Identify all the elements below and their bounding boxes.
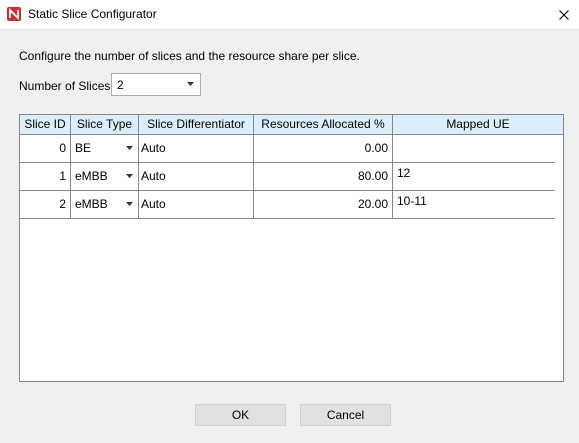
description-text: Configure the number of slices and the r…: [19, 49, 360, 63]
slices-table[interactable]: Slice ID Slice Type Slice Differentiator…: [19, 114, 564, 382]
table-row[interactable]: 2 eMBB Auto 20.00 10-11: [20, 191, 555, 219]
slice-type-dropdown[interactable]: BE: [71, 135, 139, 162]
table-header: Slice ID Slice Type Slice Differentiator…: [20, 115, 563, 135]
slice-type-dropdown[interactable]: eMBB: [71, 191, 139, 218]
window-title: Static Slice Configurator: [28, 7, 157, 21]
column-header-slice-id[interactable]: Slice ID: [20, 115, 71, 134]
number-of-slices-dropdown[interactable]: 2: [111, 73, 201, 96]
slice-differentiator-cell[interactable]: Auto: [139, 135, 254, 162]
column-header-mapped-ue[interactable]: Mapped UE: [393, 115, 563, 134]
mapped-ue-cell[interactable]: 10-11: [393, 191, 555, 218]
slice-differentiator-cell[interactable]: Auto: [139, 191, 254, 218]
mapped-ue-cell[interactable]: 12: [393, 163, 555, 190]
number-of-slices-label: Number of Slices: [19, 79, 111, 93]
column-header-resources-allocated[interactable]: Resources Allocated %: [254, 115, 393, 134]
slice-id-cell: 0: [20, 135, 71, 162]
slice-type-value: eMBB: [75, 169, 108, 183]
slice-type-dropdown[interactable]: eMBB: [71, 163, 139, 190]
column-header-slice-type[interactable]: Slice Type: [71, 115, 139, 134]
slice-type-value: eMBB: [75, 197, 108, 211]
slice-differentiator-cell[interactable]: Auto: [139, 163, 254, 190]
chevron-down-icon: [126, 174, 133, 178]
app-logo-icon: [7, 7, 21, 21]
title-bar: Static Slice Configurator: [0, 0, 579, 30]
chevron-down-icon: [126, 146, 133, 150]
resources-allocated-cell[interactable]: 80.00: [254, 163, 393, 190]
resources-allocated-cell[interactable]: 20.00: [254, 191, 393, 218]
table-row[interactable]: 0 BE Auto 0.00: [20, 135, 555, 163]
number-of-slices-value: 2: [117, 78, 124, 92]
slice-id-cell: 1: [20, 163, 71, 190]
close-button[interactable]: [549, 0, 579, 30]
chevron-down-icon: [126, 202, 133, 206]
cancel-button[interactable]: Cancel: [300, 404, 391, 426]
chevron-down-icon: [187, 82, 194, 86]
close-icon: [559, 10, 569, 20]
table-row[interactable]: 1 eMBB Auto 80.00 12: [20, 163, 555, 191]
slice-id-cell: 2: [20, 191, 71, 218]
slice-type-value: BE: [75, 141, 92, 155]
ok-button[interactable]: OK: [195, 404, 286, 426]
mapped-ue-cell[interactable]: [393, 135, 555, 162]
resources-allocated-cell[interactable]: 0.00: [254, 135, 393, 162]
column-header-slice-differentiator[interactable]: Slice Differentiator: [139, 115, 254, 134]
